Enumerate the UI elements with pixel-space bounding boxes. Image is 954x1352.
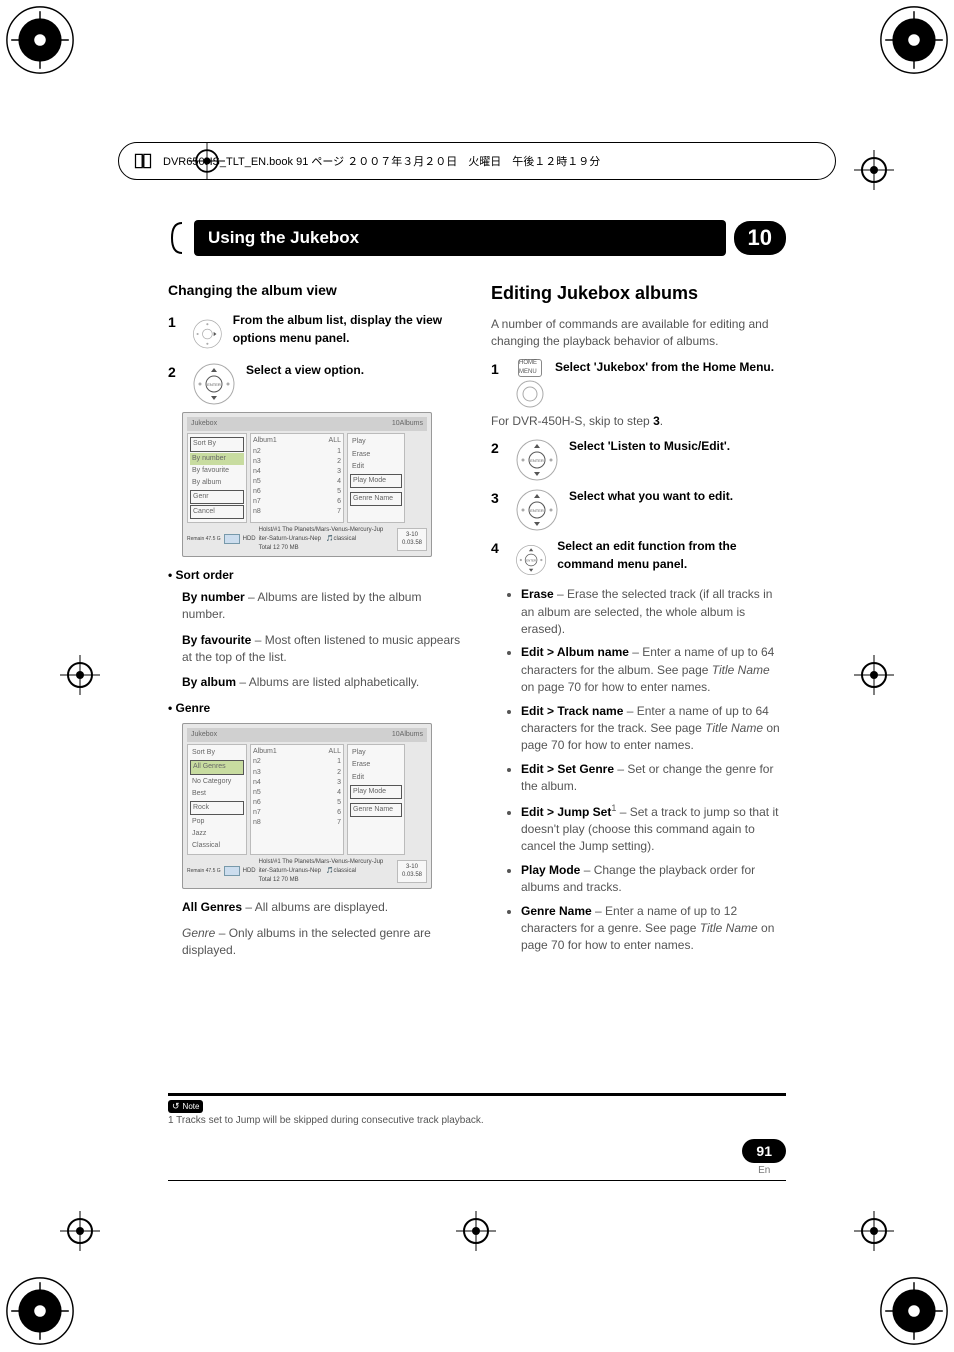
- bullet-play-mode: Play Mode – Change the playback order fo…: [521, 862, 786, 897]
- heading-changing-album-view: Changing the album view: [168, 280, 463, 300]
- crosshair-left: [60, 655, 100, 695]
- screenshot-genre: Jukebox10Albums Sort By All Genres No Ca…: [182, 723, 432, 889]
- intro-text: A number of commands are available for e…: [491, 316, 786, 351]
- svg-text:ENTER: ENTER: [530, 458, 544, 463]
- chapter-title: Using the Jukebox: [194, 220, 726, 256]
- screenshot-sort: Jukebox10Albums Sort By By number By fav…: [182, 412, 432, 557]
- dpad-enter-icon: ENTER: [515, 438, 559, 482]
- crosshair-top-right: [854, 150, 894, 190]
- bullet-album-name: Edit > Album name – Enter a name of up t…: [521, 644, 786, 696]
- step-1-note: For DVR-450H-S, skip to step 3.: [491, 413, 786, 430]
- step-number: 3: [491, 488, 505, 508]
- by-album-text: – Albums are listed alphabetically.: [236, 675, 419, 689]
- step-4-text: Select an edit function from the command…: [557, 538, 786, 573]
- by-number-label: By number: [182, 590, 245, 604]
- registration-mark-tr: [878, 4, 950, 76]
- left-column: Changing the album view 1 From the album…: [168, 280, 463, 968]
- step-1-text: Select 'Jukebox' from the Home Menu.: [555, 359, 774, 376]
- book-icon: [133, 151, 153, 171]
- crosshair-bottom-right: [854, 1211, 894, 1251]
- bullet-erase: Erase – Erase the selected track (if all…: [521, 586, 786, 638]
- crosshair-right: [854, 655, 894, 695]
- bracket-icon: [168, 221, 186, 255]
- step-number: 2: [168, 362, 182, 382]
- bottom-rule: [168, 1180, 786, 1181]
- step-number: 4: [491, 538, 505, 558]
- page-number-box: 91 En: [742, 1139, 786, 1176]
- sort-order-heading: Sort order: [176, 568, 234, 582]
- bullet-set-genre: Edit > Set Genre – Set or change the gen…: [521, 761, 786, 796]
- registration-mark-br: [878, 1275, 950, 1347]
- dpad-enter-icon: ENTER: [515, 488, 559, 532]
- chapter-title-bar: Using the Jukebox 10: [168, 220, 786, 256]
- heading-editing-jukebox: Editing Jukebox albums: [491, 280, 786, 306]
- step-number: 2: [491, 438, 505, 458]
- all-genres-text: – All albums are displayed.: [242, 900, 388, 914]
- print-info-bar: DVR650HS_TLT_EN.book 91 ページ ２００７年３月２０日 火…: [118, 142, 836, 180]
- chapter-number: 10: [734, 221, 786, 255]
- right-column: Editing Jukebox albums A number of comma…: [491, 280, 786, 968]
- bullet-genre-name: Genre Name – Enter a name of up to 12 ch…: [521, 903, 786, 955]
- svg-text:ENTER: ENTER: [530, 508, 544, 513]
- page-language: En: [742, 1165, 786, 1176]
- step-2-text: Select a view option.: [246, 362, 364, 379]
- note-text: 1 Tracks set to Jump will be skipped dur…: [168, 1115, 786, 1126]
- step-number: 1: [491, 359, 505, 379]
- svg-text:ENTER: ENTER: [526, 559, 536, 563]
- crosshair-bottom: [456, 1211, 496, 1251]
- step-3-text: Select what you want to edit.: [569, 488, 733, 505]
- dpad-enter-icon: ENTER: [192, 362, 236, 406]
- footnote-bar: Note 1 Tracks set to Jump will be skippe…: [168, 1093, 786, 1126]
- home-menu-key: HOME MENU: [518, 359, 542, 377]
- svg-text:ENTER: ENTER: [207, 382, 221, 387]
- registration-mark-tl: [4, 4, 76, 76]
- note-label: Note: [168, 1100, 203, 1113]
- step-2-text: Select 'Listen to Music/Edit'.: [569, 438, 730, 455]
- step-1-text: From the album list, display the view op…: [233, 312, 463, 347]
- all-genres-label: All Genres: [182, 900, 242, 914]
- bullet-track-name: Edit > Track name – Enter a name of up t…: [521, 703, 786, 755]
- registration-mark-bl: [4, 1275, 76, 1347]
- dpad-enter-icon: ENTER: [515, 538, 547, 582]
- genre-item-label: Genre: [182, 926, 215, 940]
- step-number: 1: [168, 312, 182, 332]
- button-press-icon: [515, 379, 545, 409]
- bullet-jump-set: Edit > Jump Set1 – Set a track to jump s…: [521, 802, 786, 856]
- dpad-right-icon: [192, 312, 223, 356]
- crosshair-bottom-left: [60, 1211, 100, 1251]
- genre-item-text: – Only albums in the selected genre are …: [182, 926, 431, 957]
- genre-heading: Genre: [176, 701, 211, 715]
- by-album-label: By album: [182, 675, 236, 689]
- page-number: 91: [742, 1139, 786, 1163]
- print-info-text: DVR650HS_TLT_EN.book 91 ページ ２００７年３月２０日 火…: [163, 153, 600, 169]
- by-favourite-label: By favourite: [182, 633, 251, 647]
